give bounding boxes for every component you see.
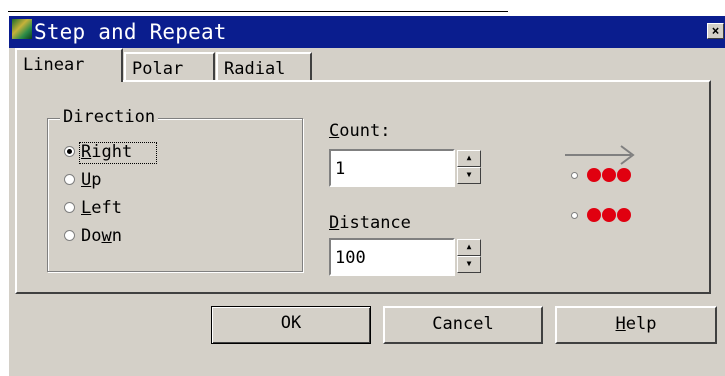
tab-polar-label: Polar [132, 59, 184, 79]
count-input[interactable]: 1 [329, 149, 455, 187]
copy-dot-icon [602, 168, 616, 182]
radio-down-indicator[interactable] [64, 230, 75, 241]
radio-down-rest: n [111, 226, 122, 246]
close-button[interactable]: × [707, 23, 724, 39]
radio-left-indicator[interactable] [64, 202, 75, 213]
radio-up-label: Up [81, 170, 102, 190]
radio-down-pre: Do [81, 226, 102, 246]
count-label-rest: ount: [339, 121, 391, 141]
count-mnemonic: C [329, 121, 340, 141]
copy-dot-icon [587, 168, 601, 182]
copy-dot-icon [602, 208, 616, 222]
help-button[interactable]: Help [555, 306, 717, 344]
focus-rectangle [79, 142, 157, 164]
tab-radial[interactable]: Radial [216, 52, 312, 81]
radio-up-mnemonic: U [81, 170, 92, 190]
copy-dot-icon [617, 208, 631, 222]
cancel-button[interactable]: Cancel [383, 306, 543, 344]
help-rest: elp [625, 314, 657, 334]
count-spin-up-button[interactable]: ▲ [457, 150, 481, 167]
tab-linear[interactable]: Linear [15, 48, 123, 82]
tab-polar[interactable]: Polar [124, 52, 215, 81]
top-divider-line [8, 11, 508, 12]
distance-spin-down-button[interactable]: ▼ [457, 256, 481, 273]
copy-dot-icon [617, 168, 631, 182]
count-spin-down-button[interactable]: ▼ [457, 167, 481, 184]
direction-arrow-icon [565, 145, 635, 165]
ok-button[interactable]: OK [211, 306, 371, 344]
radio-left-rest: eft [91, 198, 122, 218]
copy-dot-icon [587, 208, 601, 222]
radio-right-indicator[interactable] [64, 146, 75, 157]
origin-dot-icon [571, 212, 578, 219]
count-spinner[interactable]: ▲ ▼ [457, 150, 481, 184]
radio-left-mnemonic: L [81, 198, 92, 218]
distance-mnemonic: D [329, 213, 340, 233]
count-label: Count: [329, 121, 390, 141]
radio-down-label: Down [81, 226, 122, 246]
tab-linear-label: Linear [23, 55, 85, 75]
distance-spinner[interactable]: ▲ ▼ [457, 239, 481, 273]
distance-input[interactable]: 100 [329, 238, 455, 276]
radio-up-rest: p [91, 170, 102, 190]
window-title: Step and Repeat [34, 20, 227, 44]
title-bar[interactable]: Step and Repeat × [9, 16, 725, 48]
distance-label: Distance [329, 213, 411, 233]
radio-down-mnemonic: w [101, 226, 112, 246]
distance-label-rest: istance [339, 213, 411, 233]
radio-up-indicator[interactable] [64, 174, 75, 185]
tab-radial-label: Radial [224, 59, 286, 79]
origin-dot-icon [571, 172, 578, 179]
radio-left-label: Left [81, 198, 122, 218]
direction-legend: Direction [60, 107, 159, 127]
app-icon [12, 19, 32, 39]
help-mnemonic: H [615, 314, 626, 334]
distance-spin-up-button[interactable]: ▲ [457, 239, 481, 256]
